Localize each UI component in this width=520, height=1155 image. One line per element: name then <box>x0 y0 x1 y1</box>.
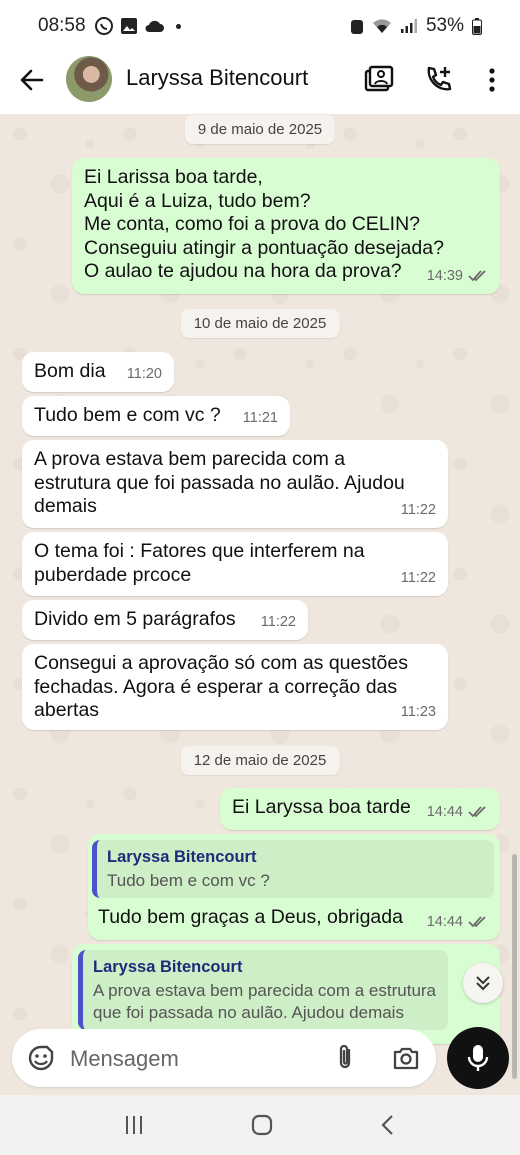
camera-icon[interactable] <box>391 1043 421 1073</box>
battery-percentage: 53% <box>425 15 464 36</box>
recent-apps-icon[interactable] <box>122 1114 146 1136</box>
message-text: Consegui a aprovação só com as questões … <box>34 652 408 721</box>
whatsapp-notification-icon <box>94 17 113 35</box>
message-composer[interactable]: Mensagem <box>12 1029 436 1087</box>
microphone-icon <box>467 1045 489 1071</box>
video-call-icon[interactable] <box>362 64 394 96</box>
add-call-icon[interactable] <box>423 64 455 96</box>
message-incoming[interactable]: Bom dia 11:20 <box>22 352 174 392</box>
more-options-icon[interactable] <box>476 64 508 96</box>
message-text: Divido em 5 parágrafos <box>34 608 236 630</box>
double-chevron-down-icon <box>476 976 490 991</box>
status-time: 08:58 <box>38 15 86 36</box>
scroll-to-bottom-button[interactable] <box>463 963 503 1003</box>
alarm-icon <box>350 20 363 34</box>
read-ticks-icon <box>468 806 486 818</box>
cloud-icon <box>145 20 164 32</box>
home-icon[interactable] <box>250 1113 274 1137</box>
quoted-message[interactable]: Laryssa Bitencourt Tudo bem e com vc ? <box>92 840 494 898</box>
message-time: 14:44 <box>426 803 463 820</box>
wifi-icon <box>372 19 391 33</box>
back-arrow-icon[interactable] <box>18 66 46 94</box>
message-time: 11:22 <box>260 613 296 630</box>
quoted-text: A prova estava bem parecida com a estrut… <box>93 980 437 1022</box>
message-incoming[interactable]: Tudo bem e com vc ? 11:21 <box>22 396 290 436</box>
date-divider: 10 de maio de 2025 <box>180 309 340 338</box>
contact-avatar[interactable] <box>66 56 112 102</box>
battery-icon <box>472 17 482 35</box>
chat-area[interactable]: 9 de maio de 2025 Ei Larissa boa tarde, … <box>0 114 520 1114</box>
message-input[interactable]: Mensagem <box>70 1046 179 1072</box>
message-outgoing[interactable]: Ei Larissa boa tarde, Aqui é a Luiza, tu… <box>72 158 500 294</box>
system-navigation-bar <box>0 1095 520 1155</box>
message-outgoing[interactable]: Ei Laryssa boa tarde 14:44 <box>220 788 500 830</box>
emoji-sticker-icon[interactable] <box>26 1043 56 1073</box>
chat-header: Laryssa Bitencourt <box>0 52 520 114</box>
back-nav-icon[interactable] <box>378 1113 398 1137</box>
message-time: 11:21 <box>242 409 278 426</box>
message-incoming[interactable]: Divido em 5 parágrafos 11:22 <box>22 600 308 640</box>
status-bar: 08:58 53% <box>0 0 520 52</box>
message-time: 14:44 <box>426 913 463 930</box>
message-time: 11:20 <box>126 365 162 382</box>
message-incoming[interactable]: Consegui a aprovação só com as questões … <box>22 644 448 730</box>
contact-name[interactable]: Laryssa Bitencourt <box>126 65 308 91</box>
signal-icon <box>400 19 417 33</box>
message-time: 11:23 <box>400 703 436 720</box>
quoted-text: Tudo bem e com vc ? <box>107 870 270 890</box>
read-ticks-icon <box>468 270 486 282</box>
message-text: A prova estava bem parecida com a estrut… <box>34 448 405 517</box>
quoted-message[interactable]: Laryssa Bitencourt A prova estava bem pa… <box>78 950 448 1030</box>
message-outgoing-reply[interactable]: Laryssa Bitencourt Tudo bem e com vc ? T… <box>88 834 500 940</box>
quoted-sender: Laryssa Bitencourt <box>107 848 257 866</box>
more-notifications-dot <box>175 23 181 29</box>
read-ticks-icon <box>468 916 486 928</box>
message-incoming[interactable]: O tema foi : Fatores que interferem na p… <box>22 532 448 596</box>
message-text: O tema foi : Fatores que interferem na p… <box>34 540 365 586</box>
message-text: Tudo bem e com vc ? <box>34 404 221 426</box>
image-notification-icon <box>120 18 137 34</box>
quoted-sender: Laryssa Bitencourt <box>93 958 243 976</box>
scrollbar[interactable] <box>512 854 517 1079</box>
date-divider: 12 de maio de 2025 <box>180 746 340 775</box>
voice-message-button[interactable] <box>447 1027 509 1089</box>
message-time: 11:22 <box>400 569 436 586</box>
attach-icon[interactable] <box>330 1043 360 1073</box>
message-time: 14:39 <box>426 267 463 284</box>
message-time: 11:22 <box>400 501 436 518</box>
message-incoming[interactable]: A prova estava bem parecida com a estrut… <box>22 440 448 528</box>
date-divider: 9 de maio de 2025 <box>184 115 336 144</box>
